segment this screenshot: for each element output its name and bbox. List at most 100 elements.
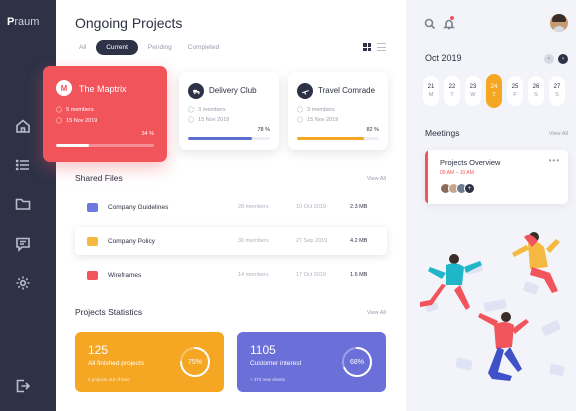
file-row[interactable]: Company Policy 30 members 27 Sep 2019 4.… [75,227,387,255]
stat-card-finished[interactable]: 125 All finished projects 2 projects out… [75,332,224,392]
tab-all[interactable]: All [73,40,92,55]
user-icon: ◯ [188,107,195,113]
add-attendee-button[interactable]: + [464,183,475,194]
calendar-day-selected[interactable]: 24 T [486,74,502,108]
meeting-card[interactable]: Projects Overview 09 AM – 10 AM ••• + [425,150,568,204]
file-members: 28 members [238,204,269,210]
file-members: 30 members [238,238,269,244]
file-size: 1.6 MB [350,272,368,278]
project-date: ◯ 15 Nov 2019 [188,117,230,123]
stat-number: 1105 [250,343,276,357]
stats-view-all[interactable]: View All [367,310,386,316]
project-progress-bar [56,144,154,147]
calendar-month: Oct 2019 [425,53,462,63]
main-panel: Ongoing Projects All Current Pending Com… [43,0,406,411]
calendar-day[interactable]: 23 W [465,76,481,106]
file-size: 2.3 MB [350,204,368,210]
notification-dot [450,16,454,20]
tab-bar: All Current Pending Completed [73,40,229,55]
meeting-attendees: + [440,183,475,194]
file-name: Wireframes [108,271,142,279]
tab-pending[interactable]: Pending [142,40,178,55]
project-members: ◯ 3 members [188,107,226,113]
shared-files-title: Shared Files [75,173,123,183]
file-row[interactable]: Company Guidelines 28 members 10 Oct 201… [75,193,387,221]
calendar-days: 21 M 22 T 23 W 24 T 25 F 26 S 27 S [423,74,565,108]
meetings-title: Meetings [425,128,460,138]
tab-current[interactable]: Current [96,40,138,55]
search-icon[interactable] [424,17,436,30]
more-icon[interactable]: ••• [549,156,560,165]
file-date: 27 Sep 2019 [296,238,328,244]
meetings-view-all[interactable]: View All [549,131,568,137]
calendar-day[interactable]: 27 S [549,76,565,106]
project-progress-bar [188,137,270,140]
right-panel: Oct 2019 ‹ › 21 M 22 T 23 W 24 T 25 F 26 S 27 S… [406,0,576,411]
view-toggle [363,43,386,51]
list-view-icon[interactable] [377,43,386,51]
project-members: ◯ 3 members [297,107,335,113]
page-title: Ongoing Projects [75,15,183,31]
stat-label: Customer interest [250,360,302,367]
bell-icon[interactable] [443,16,455,30]
ring-label: 75% [187,358,202,366]
chevron-right-icon[interactable]: › [558,54,568,64]
stat-sub: 2 projects out of time [88,377,130,382]
file-name: Company Guidelines [108,203,169,211]
project-date: ◯ 15 Nov 2019 [56,118,98,124]
folder-icon [87,202,98,212]
chat-icon[interactable] [14,235,32,253]
plane-icon [297,83,313,99]
calendar-day[interactable]: 25 F [507,76,523,106]
clock-icon: ◯ [56,118,63,124]
file-members: 14 members [238,272,269,278]
project-card-travel-comrade[interactable]: Travel Comrade ◯ 3 members ◯ 15 Nov 2019 8… [288,72,388,150]
file-name: Company Policy [108,237,155,245]
user-icon: ◯ [297,107,304,113]
project-name: Delivery Club [209,86,257,95]
file-date: 17 Oct 2019 [296,272,326,278]
meeting-accent [425,150,428,204]
stats-title: Projects Statistics [75,307,143,317]
team-illustration [420,232,565,381]
grid-view-icon[interactable] [363,43,371,51]
project-date: ◯ 15 Nov 2019 [297,117,339,123]
stat-card-customers[interactable]: 1105 Customer interest + 374 new clients… [237,332,386,392]
project-card-delivery-club[interactable]: Delivery Club ◯ 3 members ◯ 15 Nov 2019 78… [179,72,279,150]
file-row[interactable]: Wireframes 14 members 17 Oct 2019 1.6 MB [75,261,387,289]
project-progress-bar [297,137,379,140]
list-icon[interactable] [14,156,32,174]
file-size: 4.2 MB [350,238,368,244]
truck-icon [188,83,204,99]
settings-icon[interactable] [14,274,32,292]
project-percent: 34 % [141,131,154,137]
stat-sub: + 374 new clients [250,377,285,382]
meeting-time: 09 AM – 10 AM [440,170,474,176]
user-icon: ◯ [56,107,63,113]
folder-icon [87,270,98,280]
brand-logo[interactable]: Praum [7,16,39,28]
project-name: Travel Comrade [318,86,376,95]
clock-icon: ◯ [297,117,304,123]
logout-icon[interactable] [14,377,32,395]
shared-files-view-all[interactable]: View All [367,176,386,182]
folder-icon[interactable] [14,195,32,213]
calendar-day[interactable]: 22 T [444,76,460,106]
chevron-left-icon[interactable]: ‹ [544,54,554,64]
calendar-day[interactable]: 21 M [423,76,439,106]
folder-icon [87,236,98,246]
person-figure [512,232,560,293]
project-name: The Maptrix [79,84,127,94]
clock-icon: ◯ [188,117,195,123]
project-percent: 82 % [366,127,379,133]
home-icon[interactable] [14,117,32,135]
stat-label: All finished projects [88,360,144,367]
sidebar: Praum [0,0,56,411]
project-initial-badge: M [56,80,72,96]
calendar-day[interactable]: 26 S [528,76,544,106]
project-card-maptrix[interactable]: M The Maptrix ◯ 5 members ◯ 15 Nov 2019 34… [43,66,167,162]
tab-completed[interactable]: Completed [182,40,225,55]
project-percent: 78 % [257,127,270,133]
ring-label: 68% [349,358,364,366]
avatar[interactable] [550,14,568,32]
